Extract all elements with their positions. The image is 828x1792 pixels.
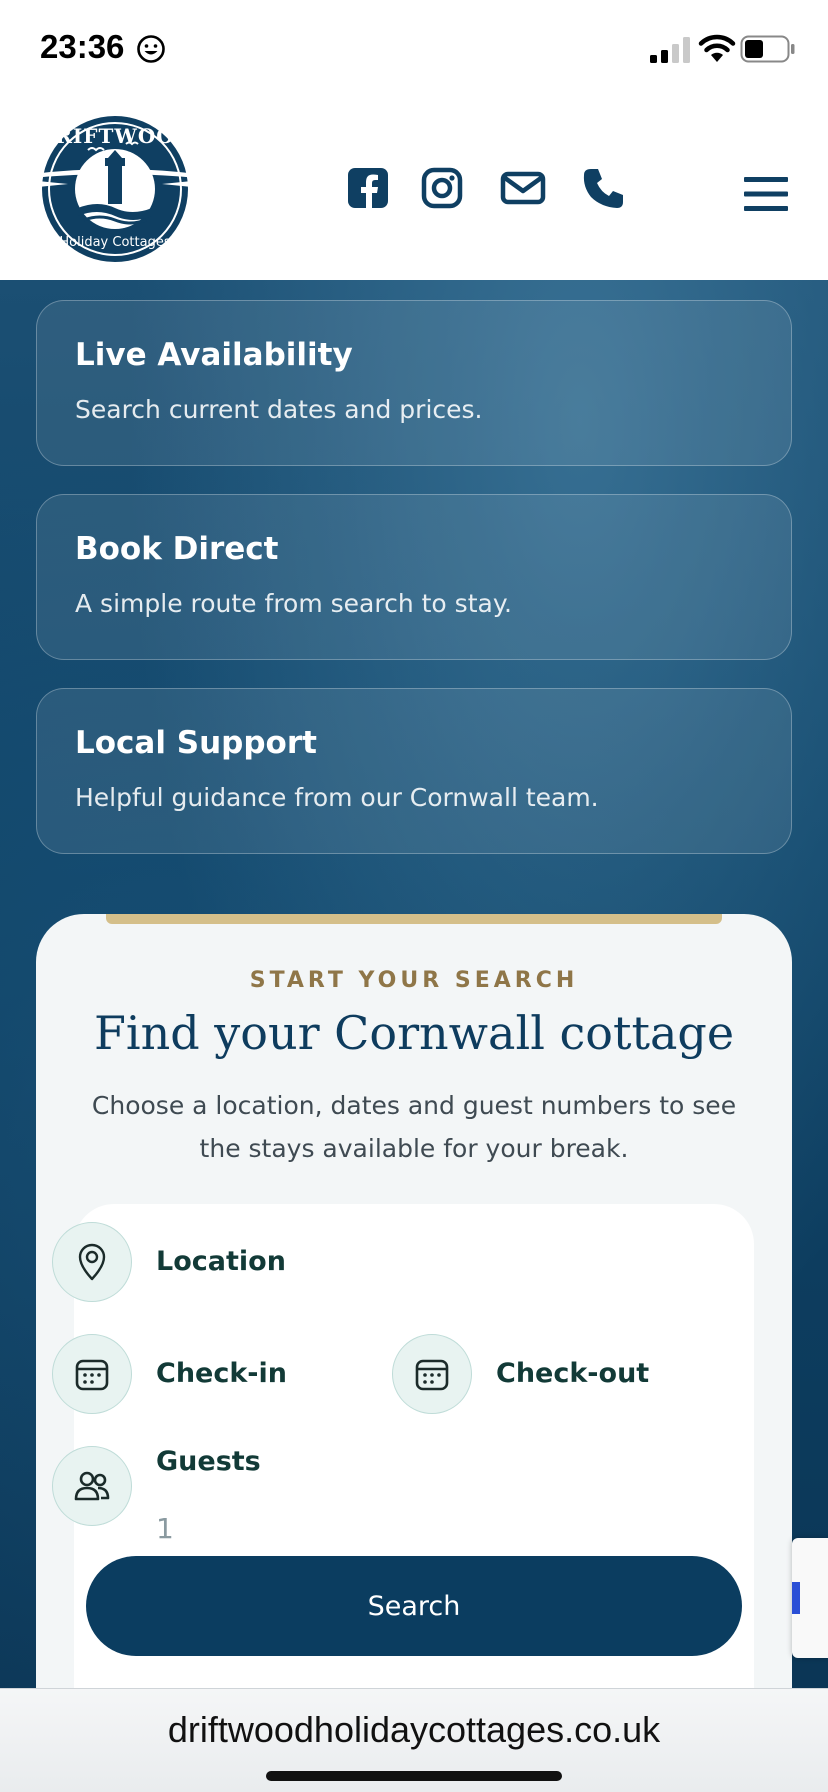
feature-card-live-availability: Live Availability Search current dates a… [36,300,792,466]
guests-field[interactable]: Guests 1 [52,1446,372,1545]
site-header: DRIFTWOOD Holiday Cottages [0,100,828,280]
guests-value[interactable]: 1 [156,1512,174,1545]
driftwood-logo[interactable]: DRIFTWOOD Holiday Cottages [28,112,202,266]
instagram-icon[interactable] [420,166,464,210]
feature-card-book-direct: Book Direct A simple route from search t… [36,494,792,660]
logo-top-text: DRIFTWOOD [37,124,193,148]
search-description: Choose a location, dates and guest numbe… [91,1091,737,1163]
gold-accent-bar [106,914,722,924]
calendar-icon [52,1334,132,1414]
hamburger-menu-icon[interactable] [744,176,788,212]
calendar-icon [392,1334,472,1414]
checkin-label: Check-in [156,1358,287,1389]
feature-card-title: Book Direct [75,531,279,567]
feature-card-description: Helpful guidance from our Cornwall team. [75,783,599,812]
search-button[interactable]: Search [86,1556,742,1656]
facebook-icon[interactable] [346,166,390,210]
checkout-label: Check-out [496,1358,650,1389]
status-time: 23:36 [40,28,125,65]
recaptcha-badge[interactable] [792,1538,828,1658]
feature-card-description: A simple route from search to stay. [75,589,512,618]
search-eyebrow: START YOUR SEARCH [249,968,579,993]
checkin-field[interactable]: Check-in [52,1334,372,1416]
guests-label: Guests [156,1446,261,1477]
checkout-field[interactable]: Check-out [392,1334,712,1416]
phone-icon[interactable] [582,166,626,210]
recaptcha-icon [792,1582,800,1614]
feature-card-local-support: Local Support Helpful guidance from our … [36,688,792,854]
cellular-signal-icon [650,37,690,63]
feature-card-title: Live Availability [75,337,353,373]
feature-card-description: Search current dates and prices. [75,395,483,424]
wifi-icon [698,34,736,62]
browser-address-bar[interactable]: driftwoodholidaycottages.co.uk [0,1688,828,1792]
map-pin-icon [52,1222,132,1302]
logo-bottom-text: Holiday Cottages [59,235,170,250]
feature-card-title: Local Support [75,725,317,761]
status-bar: 23:36 [0,0,828,100]
location-field[interactable]: Location [52,1222,372,1304]
home-indicator[interactable] [266,1771,562,1781]
search-title: Find your Cornwall cottage [93,1006,735,1060]
location-label: Location [156,1246,286,1277]
mail-icon[interactable] [500,166,546,210]
smiley-icon [137,35,165,63]
url-text[interactable]: driftwoodholidaycottages.co.uk [0,1709,828,1751]
guests-icon [52,1446,132,1526]
battery-icon [740,35,795,63]
